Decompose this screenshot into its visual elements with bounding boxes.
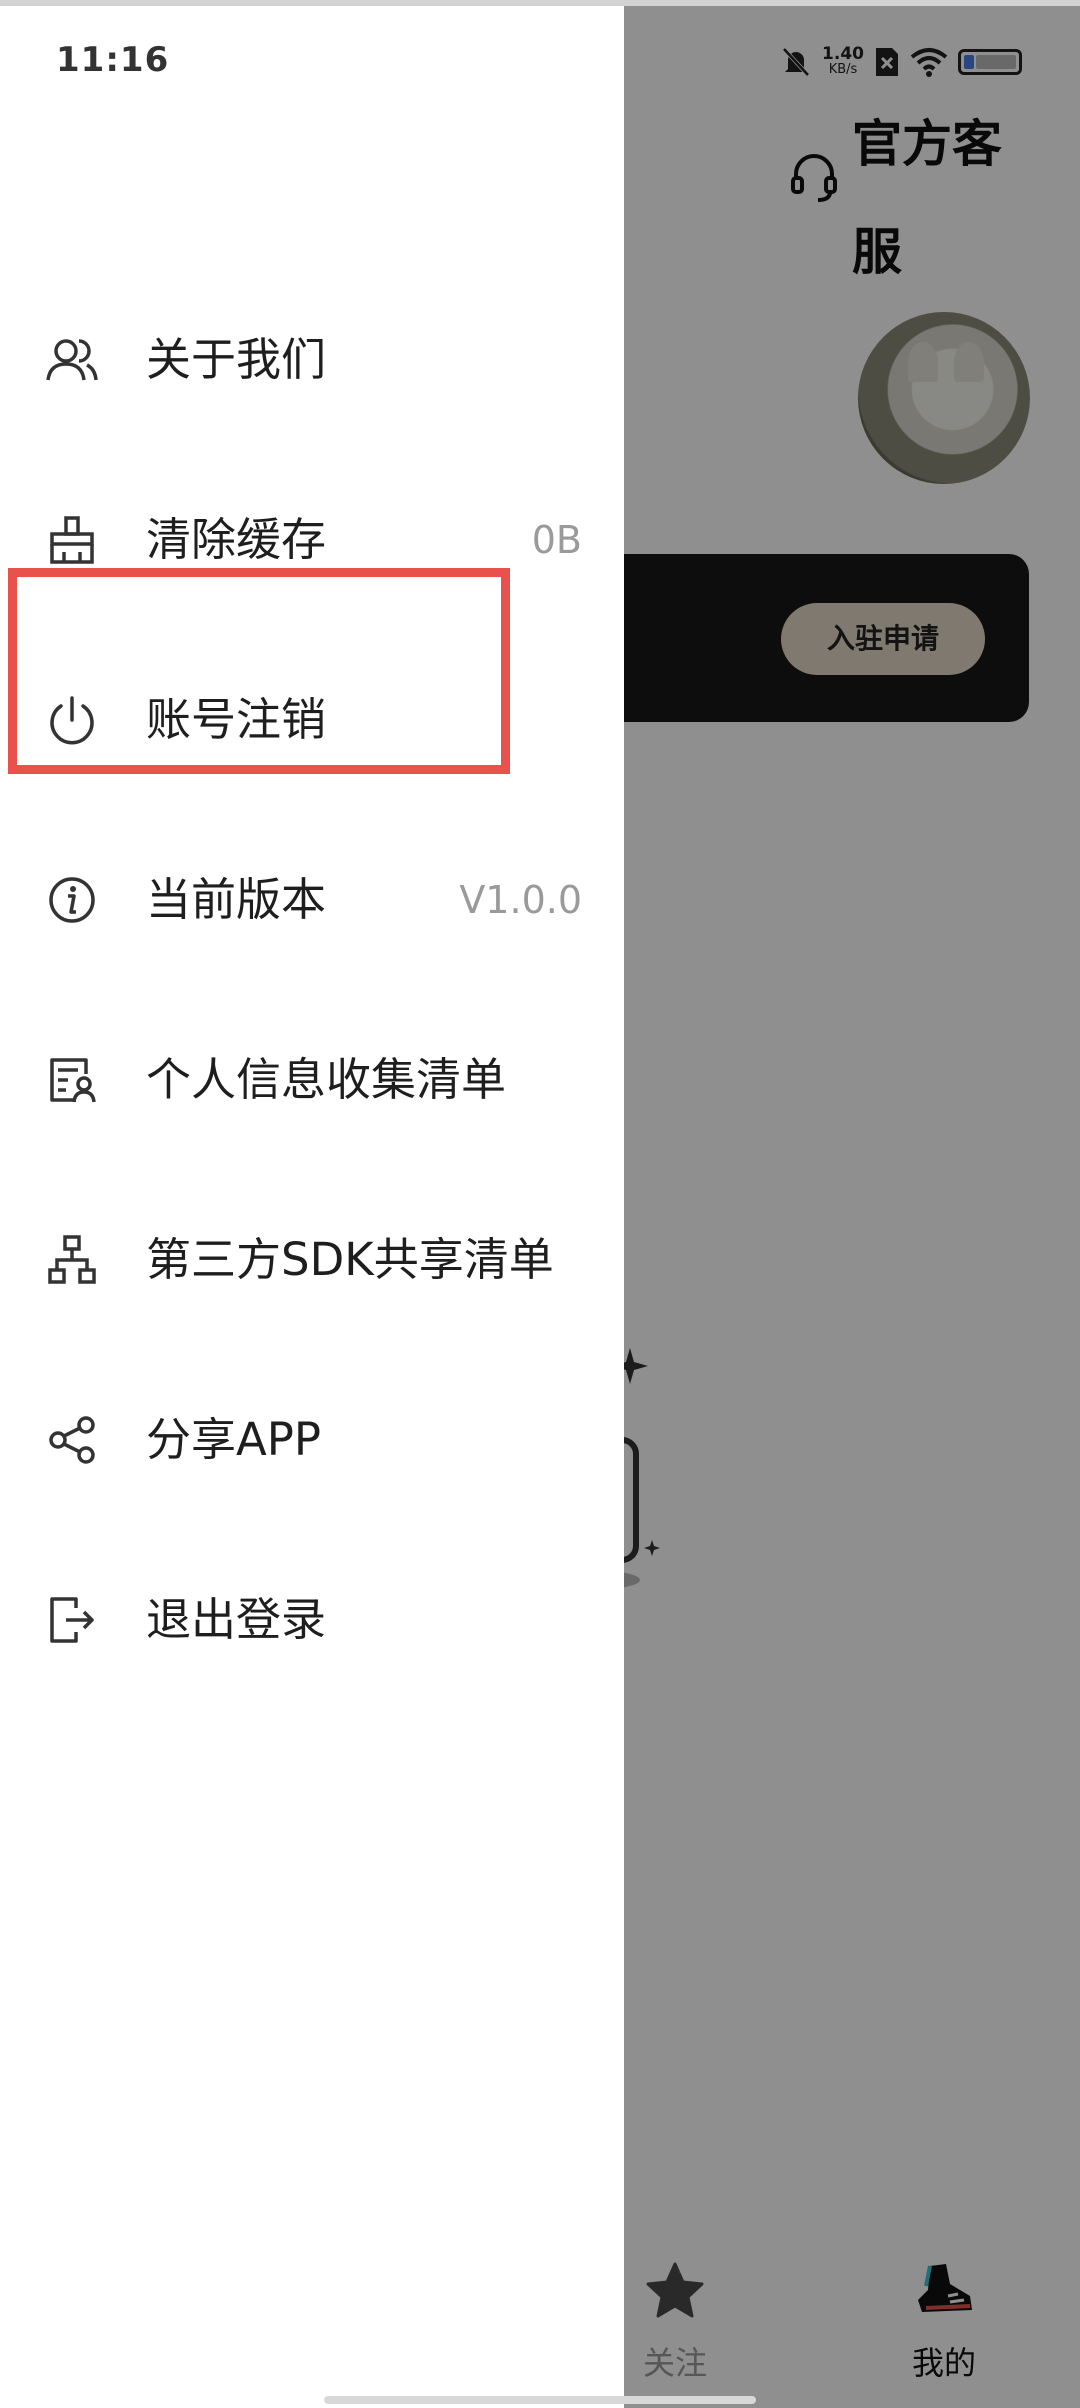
drawer-menu: 关于我们 清除缓存 0B 账号注销 当前版本 V1.0.0 个人信息收集清单 第… <box>0 270 624 1710</box>
menu-label-about: 关于我们 <box>146 333 327 386</box>
menu-item-version[interactable]: 当前版本 V1.0.0 <box>0 810 624 990</box>
profile-list-icon <box>50 1058 96 1103</box>
menu-item-about[interactable]: 关于我们 <box>0 270 624 450</box>
menu-item-personal-info-list[interactable]: 个人信息收集清单 <box>0 990 624 1170</box>
top-edge <box>0 0 1080 6</box>
cache-size-value: 0B <box>531 518 582 562</box>
menu-item-logout[interactable]: 退出登录 <box>0 1530 624 1710</box>
menu-label-clear-cache: 清除缓存 <box>146 513 327 566</box>
version-value: V1.0.0 <box>459 878 582 922</box>
menu-label-personal-info-list: 个人信息收集清单 <box>146 1053 507 1106</box>
highlight-box <box>8 568 510 774</box>
menu-label-logout: 退出登录 <box>146 1593 327 1646</box>
info-icon <box>49 877 95 923</box>
hierarchy-icon <box>48 1235 96 1284</box>
side-drawer: 11:16 关于我们 清除缓存 0B 账号注销 当前版本 V1.0.0 个人信息… <box>0 0 624 2408</box>
users-icon <box>46 339 98 381</box>
menu-label-version: 当前版本 <box>146 873 327 926</box>
status-time: 11:16 <box>56 40 170 80</box>
logout-icon <box>50 1597 94 1643</box>
menu-item-third-party-sdk[interactable]: 第三方SDK共享清单 <box>0 1170 624 1350</box>
broom-icon <box>50 516 94 564</box>
home-indicator[interactable] <box>324 2396 756 2404</box>
menu-item-share-app[interactable]: 分享APP <box>0 1350 624 1530</box>
share-icon <box>49 1416 95 1464</box>
menu-label-share-app: 分享APP <box>146 1413 322 1466</box>
menu-label-third-party-sdk: 第三方SDK共享清单 <box>146 1233 554 1286</box>
